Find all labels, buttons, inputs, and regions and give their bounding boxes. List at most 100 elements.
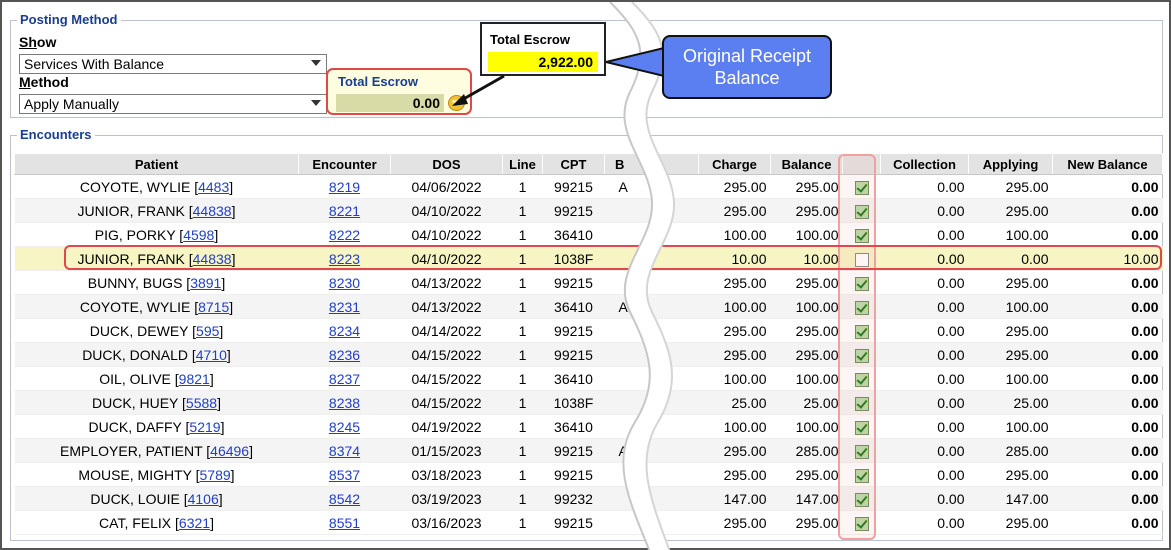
patient-id-link[interactable]: 5588 (186, 395, 217, 411)
encounter-link[interactable]: 8237 (329, 371, 360, 387)
patient-id-link[interactable]: 44838 (193, 251, 232, 267)
table-row[interactable]: COYOTE, WYLIE [8715] 8231 04/13/2022 1 36410… (14, 294, 1163, 319)
table-row[interactable]: MOUSE, MIGHTY [5789] 8537 03/18/2023 1 99215… (14, 462, 1163, 487)
line-cell: 1 (502, 342, 543, 367)
apply-checkbox[interactable] (854, 372, 869, 387)
encounter-link[interactable]: 8537 (329, 467, 360, 483)
encounter-link[interactable]: 8231 (329, 299, 360, 315)
apply-checkbox[interactable] (854, 516, 869, 531)
patient-cell: EMPLOYER, PATIENT [46496] (14, 438, 299, 463)
table-row[interactable]: PIG, PORKY [4598] 8222 04/10/2022 1 36410 100… (14, 222, 1163, 247)
apply-checkbox[interactable] (854, 204, 869, 219)
patient-id-link[interactable]: 3891 (190, 275, 221, 291)
encounter-cell: 8245 (298, 414, 391, 439)
col-header-dos[interactable]: DOS (390, 153, 503, 175)
col-header-patient[interactable]: Patient (14, 153, 299, 175)
patient-id-link[interactable]: 46496 (210, 443, 249, 459)
table-row[interactable]: DUCK, HUEY [5588] 8238 04/15/2022 1 1038F 25.… (14, 390, 1163, 415)
cpt-cell: 99215 (542, 318, 605, 343)
apply-checkbox[interactable] (854, 492, 869, 507)
balance-cell: 25.00 (770, 390, 843, 415)
encounter-link[interactable]: 8223 (329, 251, 360, 267)
total-escrow-box: Total Escrow 0.00 (326, 68, 472, 115)
table-row[interactable]: DUCK, DAFFY [5219] 8245 04/19/2022 1 36410 10… (14, 414, 1163, 439)
method-select[interactable]: Apply Manually (19, 94, 327, 114)
col-header-cpt[interactable]: CPT (542, 153, 605, 175)
patient-id-link[interactable]: 9821 (179, 371, 210, 387)
b-cell (604, 198, 699, 223)
encounter-link[interactable]: 8245 (329, 419, 360, 435)
coin-icon[interactable] (448, 95, 465, 111)
apply-checkbox[interactable] (854, 252, 869, 267)
col-header-b[interactable]: B (604, 153, 699, 175)
encounter-link[interactable]: 8221 (329, 203, 360, 219)
table-row[interactable]: JUNIOR, FRANK [44838] 8223 04/10/2022 1 1038… (14, 246, 1163, 271)
apply-checkbox[interactable] (854, 180, 869, 195)
select-cell (842, 366, 881, 391)
table-row[interactable]: DUCK, DEWEY [595] 8234 04/14/2022 1 99215 295… (14, 318, 1163, 343)
col-header-charge[interactable]: Charge (698, 153, 771, 175)
cpt-cell: 99215 (542, 270, 605, 295)
col-header-applying[interactable]: Applying (968, 153, 1053, 175)
col-header-line[interactable]: Line (502, 153, 543, 175)
balance-cell: 295.00 (770, 198, 843, 223)
table-row[interactable]: DUCK, DONALD [4710] 8236 04/15/2022 1 99215 2… (14, 342, 1163, 367)
encounter-link[interactable]: 8374 (329, 443, 360, 459)
encounter-link[interactable]: 8236 (329, 347, 360, 363)
apply-checkbox[interactable] (854, 348, 869, 363)
apply-checkbox[interactable] (854, 420, 869, 435)
new-balance-cell: 0.00 (1052, 510, 1163, 535)
apply-checkbox[interactable] (854, 468, 869, 483)
col-header-encounter[interactable]: Encounter (298, 153, 391, 175)
patient-id-link[interactable]: 5219 (189, 419, 220, 435)
apply-checkbox[interactable] (854, 300, 869, 315)
original-escrow-label: Total Escrow (490, 32, 570, 47)
b-cell: A (604, 174, 699, 199)
col-header-balance[interactable]: Balance (770, 153, 843, 175)
encounter-link[interactable]: 8551 (329, 515, 360, 531)
encounter-cell: 8236 (298, 342, 391, 367)
collection-cell: 0.00 (880, 294, 969, 319)
col-header-collection[interactable]: Collection (880, 153, 969, 175)
patient-id-link[interactable]: 4598 (183, 227, 214, 243)
patient-id-link[interactable]: 4483 (198, 179, 229, 195)
new-balance-cell: 0.00 (1052, 270, 1163, 295)
encounter-link[interactable]: 8219 (329, 179, 360, 195)
apply-checkbox[interactable] (854, 444, 869, 459)
collection-cell: 0.00 (880, 174, 969, 199)
cpt-cell: 99232 (542, 486, 605, 511)
table-row[interactable]: EMPLOYER, PATIENT [46496] 8374 01/15/2023 1… (14, 438, 1163, 463)
patient-id-link[interactable]: 5789 (200, 467, 231, 483)
apply-checkbox[interactable] (854, 324, 869, 339)
show-select[interactable]: Services With Balance (19, 54, 327, 74)
col-header-new-balance[interactable]: New Balance (1052, 153, 1163, 175)
patient-id-link[interactable]: 8715 (198, 299, 229, 315)
encounter-link[interactable]: 8230 (329, 275, 360, 291)
patient-id-link[interactable]: 4710 (196, 347, 227, 363)
new-balance-cell: 0.00 (1052, 222, 1163, 247)
patient-id-link[interactable]: 4106 (188, 491, 219, 507)
b-cell (604, 222, 699, 247)
patient-id-link[interactable]: 595 (196, 323, 219, 339)
chevron-down-icon (311, 60, 321, 66)
encounter-link[interactable]: 8238 (329, 395, 360, 411)
apply-checkbox[interactable] (854, 396, 869, 411)
patient-name: JUNIOR, FRANK (77, 250, 185, 267)
table-row[interactable]: DUCK, LOUIE [4106] 8542 03/19/2023 1 99232 14… (14, 486, 1163, 511)
encounter-cell: 8237 (298, 366, 391, 391)
table-row[interactable]: JUNIOR, FRANK [44838] 8221 04/10/2022 1 9921… (14, 198, 1163, 223)
patient-cell: OIL, OLIVE [9821] (14, 366, 299, 391)
cpt-cell: 36410 (542, 222, 605, 247)
encounter-link[interactable]: 8234 (329, 323, 360, 339)
table-row[interactable]: COYOTE, WYLIE [4483] 8219 04/06/2022 1 99215… (14, 174, 1163, 199)
patient-id-link[interactable]: 44838 (193, 203, 232, 219)
table-row[interactable]: BUNNY, BUGS [3891] 8230 04/13/2022 1 99215 29… (14, 270, 1163, 295)
apply-checkbox[interactable] (854, 228, 869, 243)
dos-cell: 04/10/2022 (390, 246, 503, 271)
table-row[interactable]: CAT, FELIX [6321] 8551 03/16/2023 1 99215 295… (14, 510, 1163, 535)
table-row[interactable]: OIL, OLIVE [9821] 8237 04/15/2022 1 36410 100… (14, 366, 1163, 391)
apply-checkbox[interactable] (854, 276, 869, 291)
patient-id-link[interactable]: 6321 (179, 515, 210, 531)
encounter-link[interactable]: 8542 (329, 491, 360, 507)
encounter-link[interactable]: 8222 (329, 227, 360, 243)
